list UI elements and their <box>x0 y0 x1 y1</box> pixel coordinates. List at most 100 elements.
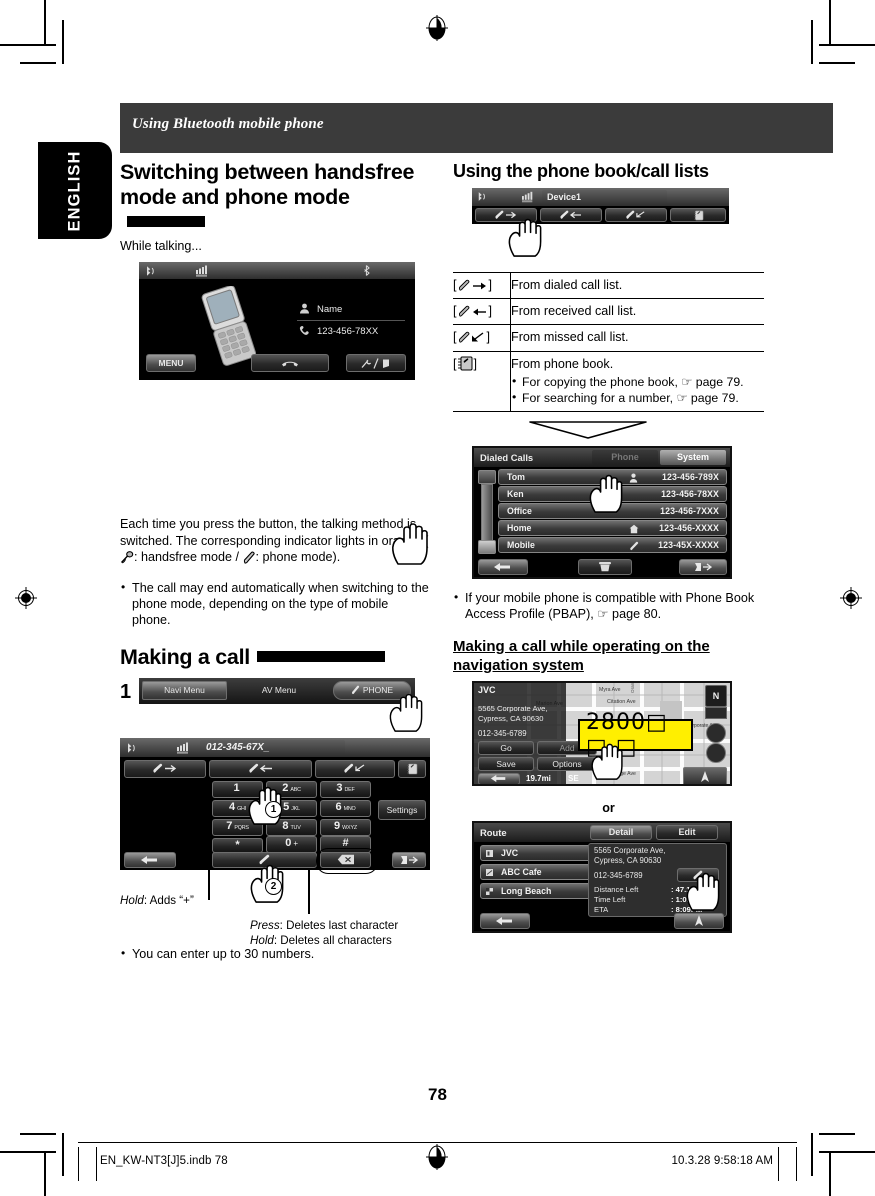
key-3-digit: 3 <box>336 781 343 794</box>
contact-name: Tom <box>507 471 525 482</box>
contact-name: Name <box>317 304 343 316</box>
number-entry-value: 012-345-67X_ <box>206 741 270 753</box>
phone-mode-icon <box>243 551 256 564</box>
contact-name: Home <box>507 522 532 533</box>
settings-button[interactable]: Settings <box>378 799 426 820</box>
key-star-digit: * <box>235 838 240 851</box>
crop-mark-bl-v2 <box>62 1133 64 1176</box>
paragraph-switching-p1: Each time you press the button, the talk… <box>120 517 429 548</box>
scrollbar[interactable] <box>478 469 496 554</box>
contact-number: 123-45X-XXXX <box>658 539 719 550</box>
signal-bars-icon <box>196 264 212 278</box>
phone-handset-icon <box>351 685 360 695</box>
north-up-icon[interactable]: N <box>705 684 727 707</box>
back-button[interactable] <box>478 772 520 784</box>
crop-mark-tl-h <box>0 44 56 46</box>
detail-button[interactable]: Detail <box>590 824 652 840</box>
callout-hold-plus: Hold: Adds “+” <box>120 893 250 908</box>
exit-button[interactable] <box>392 851 426 868</box>
bullet-list-switching: The call may end automatically when swit… <box>120 579 430 629</box>
table-key-cell: [] <box>453 350 511 412</box>
device-bar-wrap: PHONE Device1 <box>453 188 764 264</box>
missed-calls-button[interactable] <box>315 759 395 778</box>
go-button[interactable]: Go <box>478 740 534 755</box>
crop-mark-tl-h2 <box>20 62 56 64</box>
av-menu-button[interactable]: AV Menu <box>231 681 327 700</box>
callout-press-em: Press <box>250 918 280 932</box>
key-9-digit: 9 <box>334 819 341 832</box>
contact-number: 123-456-XXXX <box>659 522 719 533</box>
table-key-cell: [] <box>453 324 511 352</box>
received-calls-button[interactable] <box>540 208 602 222</box>
hand-pointer-icon <box>386 689 428 733</box>
device-name-field: Device1 <box>542 190 667 204</box>
back-button[interactable] <box>478 558 528 575</box>
tab-phone-label: Phone <box>611 452 639 463</box>
step-1: 1 Navi Menu AV Menu PHONE <box>120 677 430 732</box>
map-screen-wrap: Marion Ave Citation Ave Myra Ave Plaza D… <box>453 680 764 799</box>
menu-button[interactable]: MENU <box>146 354 196 373</box>
phone-book-icon <box>457 356 474 371</box>
key-0[interactable]: 0 + <box>266 835 317 853</box>
save-button[interactable]: Save <box>478 756 534 771</box>
back-button[interactable] <box>124 851 176 868</box>
registration-target-right <box>839 586 862 609</box>
detail-address-1: 5565 Corporate Ave, <box>594 845 666 855</box>
footer-filename: EN_KW-NT3[J]5.indb 78 <box>100 1155 228 1167</box>
tab-system[interactable]: System <box>660 449 726 465</box>
scroll-up-button[interactable] <box>478 469 496 484</box>
switch-mode-button[interactable] <box>346 354 406 373</box>
hand-pointer-icon <box>586 470 628 514</box>
delete-button[interactable] <box>578 558 632 575</box>
back-button[interactable] <box>480 912 530 929</box>
key-2-letters: ABC <box>290 786 301 793</box>
dialed-calls-wrap: Dialed Calls Phone System Tom 123-456-78… <box>453 445 764 586</box>
left-column: Switching between handsfree mode and pho… <box>120 160 430 972</box>
map-menu-icon[interactable] <box>706 742 726 763</box>
crop-mark-tl-v <box>44 0 46 44</box>
crop-mark-bl-h <box>0 1151 56 1153</box>
av-menu-label: AV Menu <box>261 685 297 696</box>
contact-number: 123-456-7XXX <box>660 505 719 516</box>
table-row: [] From dialed call list. <box>453 271 764 299</box>
key-star[interactable]: * <box>212 837 263 853</box>
phone-book-button[interactable] <box>670 208 726 222</box>
poi-address-2: Cypress, CA 90630 <box>478 713 544 723</box>
leader-line-press-delete <box>308 869 310 914</box>
phone-received-icon <box>559 210 583 220</box>
list-item[interactable]: Home 123-456-XXXX <box>498 519 727 536</box>
scroll-down-button[interactable] <box>478 539 496 554</box>
exit-button[interactable] <box>679 558 727 575</box>
phone-book-button[interactable] <box>398 759 426 778</box>
phone-missed-icon <box>625 210 647 220</box>
key-9[interactable]: 9 WXYZ <box>320 818 371 836</box>
table-desc-text: From dialed call list. <box>511 278 623 292</box>
tab-phone[interactable]: Phone <box>592 449 658 465</box>
end-call-button[interactable] <box>251 354 329 373</box>
footer-bar-left <box>78 1147 79 1181</box>
back-arrow-icon <box>489 774 509 783</box>
hand-pointer-icon <box>388 518 434 566</box>
received-calls-button[interactable] <box>209 759 312 778</box>
map-zoom-icon[interactable] <box>706 722 726 743</box>
scroll-thumb[interactable] <box>481 483 493 542</box>
number-entry-field[interactable]: 012-345-67X_ <box>200 739 345 755</box>
compass-icon[interactable] <box>683 766 727 784</box>
dialed-calls-button[interactable] <box>124 759 206 778</box>
detail-button-label: Detail <box>608 827 634 838</box>
waypoint-icon <box>485 868 494 877</box>
menu-button-label: MENU <box>158 358 184 369</box>
edit-button[interactable]: Edit <box>656 824 718 840</box>
poi-phone: 012-345-6789 <box>478 728 527 738</box>
missed-calls-button[interactable] <box>605 208 667 222</box>
navi-menu-button[interactable]: Navi Menu <box>142 680 227 700</box>
crop-mark-bl-h2 <box>20 1133 56 1135</box>
compass-button[interactable] <box>674 912 724 929</box>
or-separator: or <box>602 800 615 815</box>
key-3-letters: DEF <box>344 786 355 793</box>
key-3[interactable]: 3 DEF <box>320 780 371 798</box>
poi-address-1: 5565 Corporate Ave, <box>478 703 548 713</box>
key-6[interactable]: 6 MNO <box>320 799 371 817</box>
list-item[interactable]: Mobile 123-45X-XXXX <box>498 536 727 553</box>
handsfree-mic-icon <box>120 551 134 564</box>
